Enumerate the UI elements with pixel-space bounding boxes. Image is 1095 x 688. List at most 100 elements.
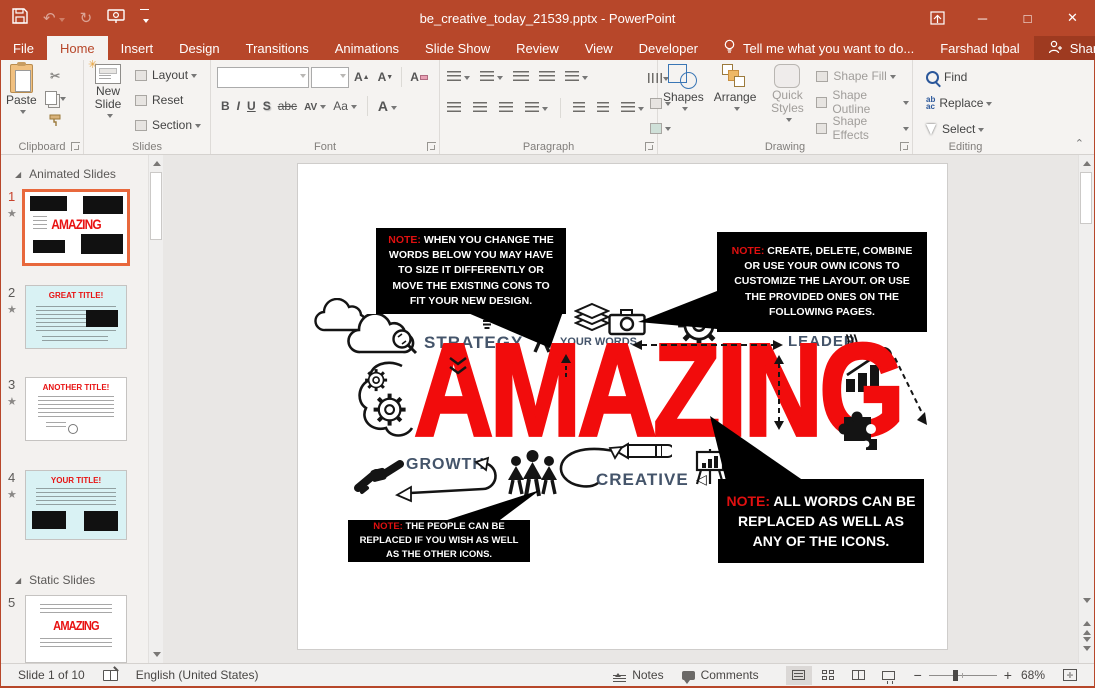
layout-button[interactable]: Layout — [132, 64, 204, 86]
text-shadow-button[interactable]: S — [263, 99, 271, 113]
next-slide-button[interactable] — [1079, 637, 1094, 655]
pane-scroll-thumb[interactable] — [150, 172, 162, 240]
zoom-percentage[interactable]: 68% — [1012, 664, 1054, 686]
fit-slide-button[interactable]: ✛ — [1054, 664, 1086, 686]
redo-button[interactable]: ↻ — [80, 9, 93, 27]
text-direction-rtl-button[interactable] — [594, 97, 612, 119]
slide-thumbnail-3[interactable]: ANOTHER TITLE! — [25, 377, 127, 441]
tab-design[interactable]: Design — [166, 36, 232, 60]
note-callout-top-left[interactable]: NOTE: WHEN YOU CHANGE THE WORDS BELOW YO… — [376, 228, 566, 314]
collapse-ribbon-button[interactable]: ⌃ — [1075, 137, 1084, 150]
slide-thumbnail-2[interactable]: GREAT TITLE! — [25, 285, 127, 349]
section-button[interactable]: Section — [132, 114, 204, 136]
section-header-static[interactable]: ◢ Static Slides — [15, 573, 95, 587]
people-icon[interactable] — [504, 448, 562, 503]
word-amazing[interactable]: AMAZING — [414, 324, 901, 456]
note-callout-bottom-right[interactable]: NOTE: ALL WORDS CAN BE REPLACED AS WELL … — [718, 479, 924, 563]
reset-button[interactable]: Reset — [132, 89, 204, 111]
view-slide-sorter-button[interactable] — [816, 666, 842, 685]
font-color-button[interactable]: A — [378, 98, 397, 114]
format-painter-button[interactable] — [42, 109, 69, 131]
font-size-combo[interactable] — [311, 67, 349, 88]
tab-animations[interactable]: Animations — [322, 36, 412, 60]
pane-scroll-up-button[interactable] — [149, 155, 164, 171]
replace-button[interactable]: abacReplace — [923, 92, 1018, 114]
align-left-button[interactable] — [444, 97, 464, 119]
start-slideshow-button[interactable] — [107, 9, 125, 28]
bold-button[interactable]: B — [221, 99, 230, 113]
tab-insert[interactable]: Insert — [108, 36, 167, 60]
note-callout-bottom-left[interactable]: NOTE: THE PEOPLE CAN BE REPLACED IF YOU … — [348, 520, 530, 562]
canvas-scroll-thumb[interactable] — [1080, 172, 1092, 224]
font-dialog-launcher[interactable] — [427, 142, 436, 151]
drawing-dialog-launcher[interactable] — [900, 142, 909, 151]
paste-button[interactable]: Paste — [1, 60, 42, 115]
slides-pane-scrollbar[interactable] — [148, 155, 163, 663]
tab-developer[interactable]: Developer — [626, 36, 711, 60]
tab-review[interactable]: Review — [503, 36, 572, 60]
numbering-button[interactable] — [477, 66, 506, 88]
tab-home[interactable]: Home — [47, 36, 108, 60]
slide-thumbnail-1[interactable]: AMAZING — [22, 189, 130, 266]
find-button[interactable]: Find — [923, 66, 1018, 88]
canvas-scroll-down-button[interactable] — [1079, 593, 1094, 609]
clipboard-dialog-launcher[interactable] — [71, 142, 80, 151]
zoom-in-button[interactable]: + — [1004, 667, 1012, 683]
word-growth[interactable]: GROWTH — [406, 456, 485, 474]
undo-button[interactable]: ↶ — [43, 9, 65, 27]
pencil-icon[interactable] — [614, 442, 672, 465]
justify-button[interactable] — [522, 97, 551, 119]
decrease-indent-button[interactable] — [510, 66, 532, 88]
minimize-button[interactable]: ─ — [960, 0, 1005, 36]
shapes-button[interactable]: Shapes — [658, 60, 709, 112]
increase-indent-button[interactable] — [536, 66, 558, 88]
new-slide-button[interactable]: ✳ New Slide — [84, 60, 132, 119]
grow-font-button[interactable]: A▲ — [351, 66, 373, 88]
arrange-button[interactable]: Arrange — [709, 60, 762, 112]
pane-scroll-down-button[interactable] — [149, 647, 164, 663]
underline-button[interactable]: U — [247, 99, 256, 113]
cloud-gears-icon[interactable] — [356, 358, 420, 451]
share-button[interactable]: Share — [1034, 36, 1095, 60]
section-header-animated[interactable]: ◢ Animated Slides — [15, 167, 116, 181]
comments-button[interactable]: Comments — [673, 664, 768, 686]
text-direction-ltr-button[interactable] — [570, 97, 588, 119]
slide-indicator[interactable]: Slide 1 of 10 — [9, 664, 94, 686]
clear-formatting-button[interactable]: A — [407, 66, 431, 88]
font-name-combo[interactable] — [217, 67, 309, 88]
user-account[interactable]: Farshad Iqbal — [926, 36, 1034, 60]
view-reading-button[interactable] — [846, 666, 872, 685]
handshake-icon[interactable] — [354, 454, 404, 501]
qat-customize-button[interactable] — [140, 9, 149, 28]
maximize-button[interactable]: □ — [1005, 0, 1050, 36]
select-button[interactable]: Select — [923, 118, 1018, 140]
spellcheck-button[interactable] — [94, 664, 127, 686]
cut-button[interactable]: ✂ — [42, 65, 69, 87]
tab-view[interactable]: View — [572, 36, 626, 60]
zoom-slider-thumb[interactable] — [953, 670, 958, 681]
italic-button[interactable]: I — [237, 99, 240, 113]
slide-thumbnail-5[interactable]: AMAZING — [25, 595, 127, 663]
tab-transitions[interactable]: Transitions — [233, 36, 322, 60]
word-creative[interactable]: CREATIVE — [596, 470, 689, 490]
columns-button[interactable] — [618, 97, 647, 119]
canvas-scroll-up-button[interactable] — [1079, 155, 1094, 171]
shrink-font-button[interactable]: A▼ — [375, 66, 397, 88]
shape-effects-button[interactable]: Shape Effects — [813, 117, 912, 139]
tab-file[interactable]: File — [0, 36, 47, 60]
strikethrough-button[interactable]: abc — [278, 99, 297, 113]
slide-thumbnail-4[interactable]: YOUR TITLE! — [25, 470, 127, 540]
tell-me-box[interactable]: Tell me what you want to do... — [711, 36, 926, 60]
line-spacing-button[interactable] — [562, 66, 591, 88]
save-button[interactable] — [12, 8, 28, 28]
shape-outline-button[interactable]: Shape Outline — [813, 91, 912, 113]
ribbon-display-options-button[interactable] — [915, 0, 960, 36]
change-case-button[interactable]: Aa — [333, 99, 357, 113]
puzzle-icon[interactable] — [836, 405, 880, 456]
zoom-slider[interactable] — [929, 675, 997, 676]
quick-styles-button[interactable]: Quick Styles — [761, 60, 813, 123]
notes-button[interactable]: Notes — [604, 664, 672, 686]
close-button[interactable]: ✕ — [1050, 0, 1095, 36]
copy-button[interactable] — [42, 87, 69, 109]
zoom-out-button[interactable]: − — [914, 667, 922, 683]
